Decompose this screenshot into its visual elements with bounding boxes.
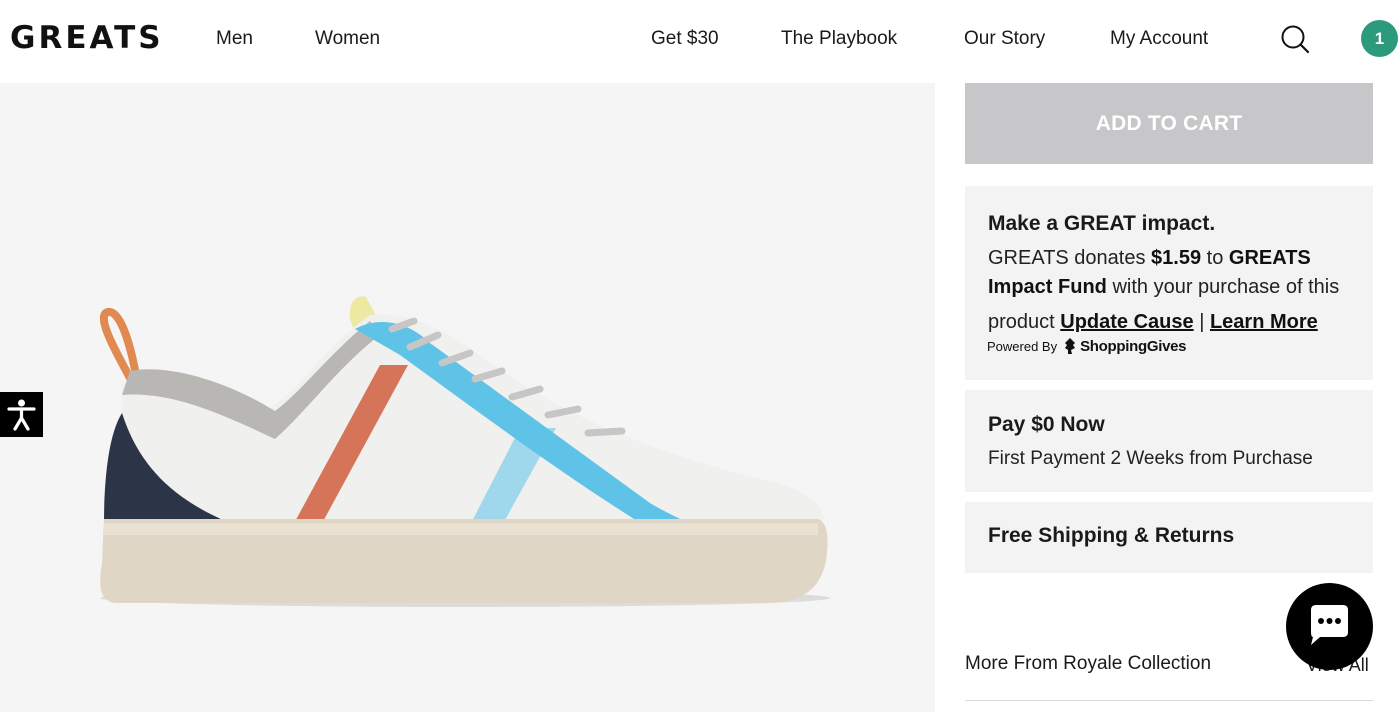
powered-by-label: Powered By — [987, 338, 1058, 354]
impact-title: Make a GREAT impact. — [988, 212, 1216, 235]
add-to-cart-button[interactable]: ADD TO CART — [965, 83, 1373, 164]
nav-men[interactable]: Men — [216, 28, 253, 50]
shipping-title: Free Shipping & Returns — [988, 524, 1235, 547]
pay-later-panel: Pay $0 Now First Payment 2 Weeks from Pu… — [965, 390, 1373, 492]
logo[interactable]: GREATS — [10, 20, 164, 56]
divider — [965, 700, 1373, 701]
impact-text: to — [1201, 247, 1229, 269]
impact-panel: Make a GREAT impact. GREATS donates $1.5… — [965, 186, 1373, 380]
site-header: GREATS Men Women Get $30 The Playbook Ou… — [0, 0, 1398, 83]
nav-women[interactable]: Women — [315, 28, 380, 50]
product-image-area — [0, 83, 935, 712]
shoppinggives-name: ShoppingGives — [1080, 337, 1187, 355]
donation-amount: $1.59 — [1151, 247, 1202, 269]
sneaker-image — [99, 296, 830, 607]
impact-description: GREATS donates $1.59 to GREATS Impact Fu… — [988, 244, 1360, 337]
powered-by: Powered By ShoppingGives — [987, 337, 1187, 355]
nav-get-30[interactable]: Get $30 — [651, 28, 719, 50]
chat-icon — [1311, 605, 1348, 645]
accessibility-button[interactable] — [0, 392, 43, 437]
nav-our-story[interactable]: Our Story — [964, 28, 1045, 50]
learn-more-link[interactable]: Learn More — [1210, 311, 1318, 333]
pay-subtitle: First Payment 2 Weeks from Purchase — [988, 448, 1313, 469]
search-icon[interactable] — [1280, 24, 1310, 54]
impact-text: GREATS donates — [988, 247, 1152, 269]
nav-playbook[interactable]: The Playbook — [781, 28, 897, 50]
shipping-panel: Free Shipping & Returns — [965, 502, 1373, 573]
shoppinggives-logo[interactable]: ShoppingGives — [1063, 337, 1187, 355]
collection-title: More From Royale Collection — [965, 653, 1212, 674]
nav-my-account[interactable]: My Account — [1110, 28, 1208, 50]
pay-title: Pay $0 Now — [988, 413, 1105, 436]
shoppinggives-icon — [1065, 338, 1076, 354]
update-cause-link[interactable]: Update Cause — [1060, 311, 1193, 333]
accessibility-icon — [7, 399, 36, 431]
link-separator: | — [1193, 311, 1210, 333]
chat-button[interactable] — [1286, 583, 1373, 670]
cart-count-badge[interactable]: 1 — [1361, 20, 1398, 57]
